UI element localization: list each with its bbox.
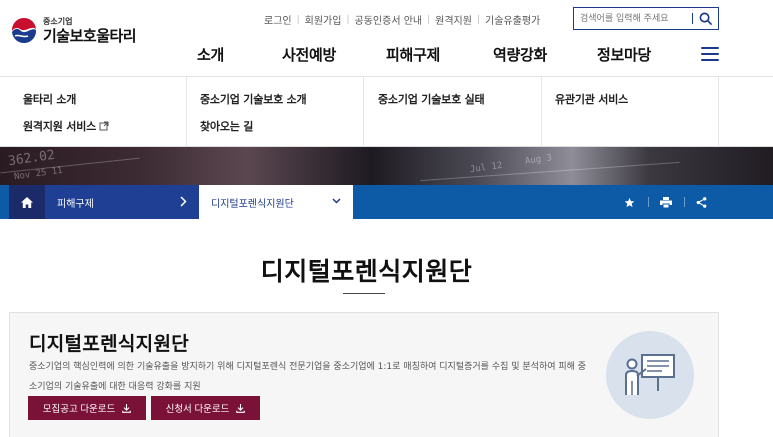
submenu-remote-support-label: 원격지원 서비스 — [23, 120, 97, 133]
print-icon — [660, 196, 672, 208]
hero-overlay-text: 362.02 — [7, 147, 56, 170]
logo-main-text: 기술보호울타리 — [43, 27, 137, 45]
remote-support-link[interactable]: 원격지원 — [435, 12, 472, 27]
submenu-column: 울타리 소개 원격지원 서비스 — [9, 77, 187, 147]
certificate-guide-link[interactable]: 공동인증서 안내 — [355, 12, 423, 27]
nav-about[interactable]: 소개 — [197, 44, 224, 65]
presenter-board-icon — [625, 354, 675, 395]
submenu-column: 중소기업 기술보호 실태 — [364, 77, 542, 147]
nav-capacity-building[interactable]: 역량강화 — [493, 44, 547, 65]
home-icon — [21, 196, 33, 208]
application-form-download-label: 신청서 다운로드 — [165, 404, 230, 415]
hero-overlay-text: Nov 25 11 — [13, 165, 64, 183]
application-form-download-button[interactable]: 신청서 다운로드 — [151, 396, 260, 420]
signup-link[interactable]: 회원가입 — [305, 12, 342, 27]
menu-hamburger-icon[interactable] — [701, 47, 719, 61]
submenu-remote-support[interactable]: 원격지원 서비스 — [23, 118, 109, 134]
utility-nav: 로그인 | 회원가입 | 공동인증서 안내 | 원격지원 | 기술유출평가 — [264, 12, 540, 28]
bookmark-button[interactable] — [614, 185, 644, 219]
print-button[interactable] — [651, 185, 681, 219]
submenu-related-agencies[interactable]: 유관기관 서비스 — [555, 91, 628, 107]
recruitment-notice-download-label: 모집공고 다운로드 — [42, 404, 116, 415]
share-button[interactable] — [686, 185, 716, 219]
search-input[interactable] — [580, 9, 692, 28]
search-icon — [699, 12, 712, 25]
hero-overlay-text: Aug 3 — [524, 153, 553, 167]
util-separator: | — [296, 14, 300, 25]
util-separator: | — [346, 14, 350, 25]
nav-damage-relief[interactable]: 피해구제 — [386, 44, 440, 65]
page-title: 디지털포렌식지원단 — [260, 257, 473, 286]
nav-prevention[interactable]: 사전예방 — [282, 44, 336, 65]
site-header: 중소기업 기술보호울타리 로그인 | 회원가입 | 공동인증서 안내 | 원격지… — [0, 0, 773, 77]
intro-box-title: 디지털포렌식지원단 — [29, 333, 190, 355]
hero-decoration — [420, 161, 680, 182]
search-box — [573, 7, 719, 30]
intro-box: 디지털포렌식지원단 중소기업의 핵심인력에 의한 기술유출을 방지하기 위해 디… — [9, 312, 719, 437]
tool-separator — [684, 197, 685, 207]
chevron-right-icon — [180, 196, 187, 207]
title-underline — [343, 293, 385, 294]
download-icon — [236, 403, 246, 413]
breadcrumb-level1-label: 피해구제 — [57, 198, 94, 210]
breadcrumb-level1[interactable]: 피해구제 — [45, 185, 199, 219]
submenu-column: 중소기업 기술보호 소개 찾아오는 길 — [187, 77, 364, 147]
logo-sub-text: 중소기업 — [43, 17, 73, 26]
util-separator: | — [476, 14, 481, 25]
util-separator: | — [427, 14, 431, 25]
location-bar: 피해구제 디지털포렌식지원단 — [0, 185, 773, 219]
nav-info[interactable]: 정보마당 — [597, 44, 651, 65]
breadcrumb-level2-dropdown[interactable]: 디지털포렌식지원단 — [199, 185, 353, 219]
chevron-down-icon — [332, 198, 341, 204]
search-button[interactable] — [697, 11, 713, 27]
download-icon — [122, 403, 132, 413]
star-icon — [624, 197, 634, 207]
submenu-ultari-intro[interactable]: 울타리 소개 — [23, 91, 76, 107]
login-link[interactable]: 로그인 — [264, 12, 292, 27]
presentation-illustration — [606, 331, 694, 419]
submenu-column: 유관기관 서비스 — [542, 77, 719, 147]
home-button[interactable] — [9, 185, 45, 219]
submenu-tech-protection-intro[interactable]: 중소기업 기술보호 소개 — [200, 91, 307, 107]
submenu-directions[interactable]: 찾아오는 길 — [200, 118, 253, 134]
hero-banner: 362.02 Nov 25 11 Jul 12 Aug 3 — [0, 147, 773, 185]
external-link-icon — [99, 121, 109, 131]
site-logo[interactable]: 중소기업 기술보호울타리 — [9, 16, 137, 46]
recruitment-notice-download-button[interactable]: 모집공고 다운로드 — [28, 396, 146, 420]
main-nav: 소개 사전예방 피해구제 역량강화 정보마당 — [0, 44, 773, 64]
share-icon — [696, 196, 706, 208]
government-emblem-icon — [11, 17, 37, 44]
submenu-tech-protection-status[interactable]: 중소기업 기술보호 실태 — [378, 91, 485, 107]
hero-overlay-text: Jul 12 — [469, 160, 504, 176]
search-divider — [692, 13, 693, 24]
intro-box-description: 중소기업의 핵심인력에 의한 기술유출을 방지하기 위해 디지털포렌식 전문기업… — [29, 362, 587, 392]
tech-leak-assessment-link[interactable]: 기술유출평가 — [485, 12, 540, 27]
breadcrumb-level2-label: 디지털포렌식지원단 — [211, 198, 294, 210]
tool-separator — [648, 197, 649, 207]
nav-submenu-panel: 울타리 소개 원격지원 서비스 중소기업 기술보호 소개 찾아오는 길 중소기업… — [0, 77, 773, 147]
